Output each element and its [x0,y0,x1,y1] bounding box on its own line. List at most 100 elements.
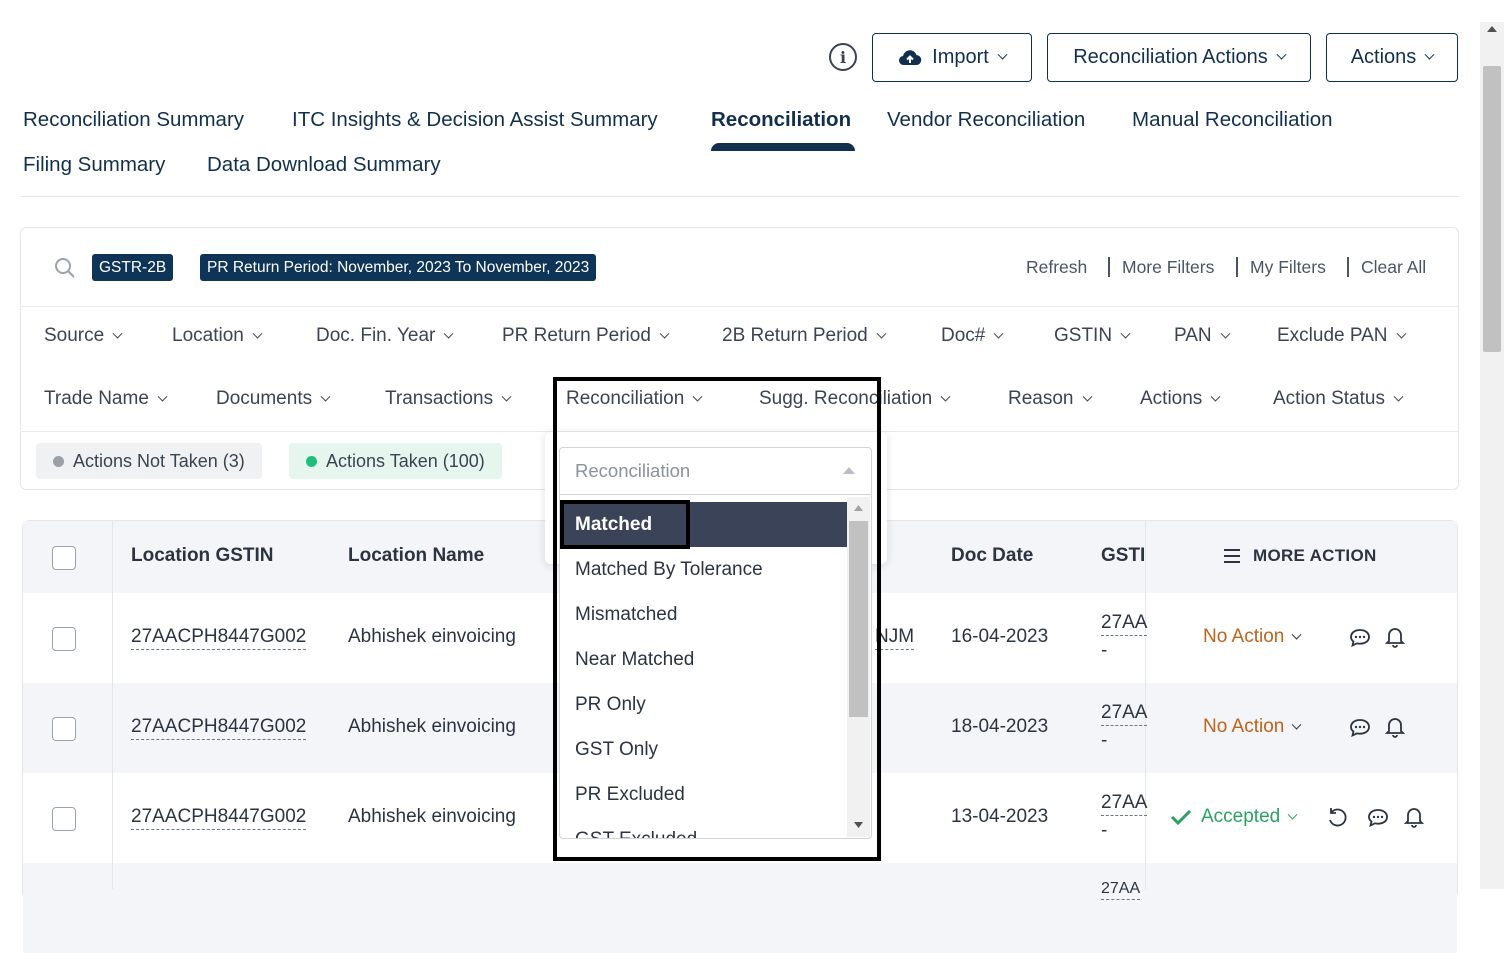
filter-label: Exclude PAN [1277,325,1388,346]
tab-reconciliation-summary[interactable]: Reconciliation Summary [23,108,244,132]
actions-taken-pill[interactable]: Actions Taken (100) [289,443,502,479]
filter-reason[interactable]: Reason [1008,388,1092,410]
filter-actions[interactable]: Actions [1140,388,1221,410]
select-all-checkbox[interactable] [52,546,76,570]
actions-label: Actions [1350,46,1417,68]
row-checkbox[interactable] [52,807,76,831]
gstin-text: 27AA [1101,880,1141,900]
chevron-down-icon [876,328,887,339]
pill-label: Actions Not Taken (3) [73,450,245,471]
filter-2b-return-period[interactable]: 2B Return Period [722,325,887,347]
actions-not-taken-pill[interactable]: Actions Not Taken (3) [36,443,262,479]
chevron-down-icon [320,391,331,402]
tab-data-download-summary[interactable]: Data Download Summary [207,153,441,177]
action-dropdown[interactable]: No Action [1203,716,1302,738]
chevron-down-icon [443,328,454,339]
divider [1236,257,1238,277]
filter-label: 2B Return Period [722,325,868,346]
filter-chip-pr-return-period[interactable]: PR Return Period: November, 2023 To Nove… [200,254,597,281]
bell-icon[interactable] [1402,805,1426,829]
chevron-down-icon [112,328,123,339]
action-label: Accepted [1201,806,1281,827]
status-dot [306,455,317,467]
filter-pr-return-period[interactable]: PR Return Period [502,325,670,347]
column-divider [112,521,113,889]
gstin-link[interactable]: 27AA [1101,880,1141,900]
tab-filing-summary[interactable]: Filing Summary [23,153,165,177]
actions-button[interactable]: Actions [1326,33,1458,82]
comment-icon[interactable] [1366,806,1390,830]
menu-icon [1224,549,1240,563]
info-icon[interactable]: i [829,43,857,71]
action-dropdown[interactable]: Accepted [1170,806,1298,828]
import-button[interactable]: Import [872,33,1032,82]
tab-itc-insights[interactable]: ITC Insights & Decision Assist Summary [292,108,658,132]
my-filters-link[interactable]: My Filters [1250,257,1326,278]
location-gstin-text: 27AACPH8447G002 [131,716,307,740]
filter-doc-number[interactable]: Doc# [941,325,1004,347]
clear-all-link[interactable]: Clear All [1361,257,1426,278]
filter-doc-fin-year[interactable]: Doc. Fin. Year [316,325,454,347]
reconciliation-actions-button[interactable]: Reconciliation Actions [1047,33,1311,82]
comment-icon[interactable] [1348,626,1372,650]
location-gstin-text: 27AACPH8447G002 [131,806,307,830]
filter-exclude-pan[interactable]: Exclude PAN [1277,325,1406,347]
filter-label: GSTIN [1054,325,1113,346]
filter-trade-name[interactable]: Trade Name [44,388,168,410]
chevron-down-icon [1396,328,1406,339]
filter-label: Actions [1140,388,1203,409]
chevron-down-icon [1082,391,1092,402]
action-dropdown[interactable]: No Action [1203,626,1302,648]
bell-icon[interactable] [1383,625,1407,649]
doc-date: 18-04-2023 [951,716,1049,737]
filter-action-status[interactable]: Action Status [1273,388,1404,410]
comment-icon[interactable] [1348,716,1372,740]
tab-divider [21,196,1459,197]
tab-vendor-reconciliation[interactable]: Vendor Reconciliation [887,108,1085,132]
filter-chip-gstr2b[interactable]: GSTR-2B [92,254,174,281]
more-filters-link[interactable]: More Filters [1122,257,1214,278]
filter-label: Location [172,325,244,346]
active-tab-indicator [711,143,855,151]
row-checkbox[interactable] [52,627,76,651]
highlight-box [553,377,881,861]
undo-icon[interactable] [1325,806,1349,830]
filter-transactions[interactable]: Transactions [385,388,512,410]
gstin-sub: - [1101,640,1108,661]
gstin-link[interactable]: 27AA [1101,792,1148,816]
filter-label: Doc. Fin. Year [316,325,436,346]
row-checkbox[interactable] [52,717,76,741]
more-action-header[interactable]: MORE ACTION [1224,546,1377,566]
filter-source[interactable]: Source [44,325,123,347]
location-gstin-link[interactable]: 27AACPH8447G002 [131,806,307,830]
col-doc-date[interactable]: Doc Date [951,545,1033,567]
col-location-name[interactable]: Location Name [348,545,484,567]
gstin-link[interactable]: 27AA [1101,702,1148,726]
location-gstin-link[interactable]: 27AACPH8447G002 [131,626,307,650]
chevron-down-icon [1424,49,1435,60]
highlight-box [560,500,690,549]
tab-reconciliation[interactable]: Reconciliation [711,108,851,132]
table-row [23,863,1457,953]
filter-label: PAN [1174,325,1212,346]
filter-location[interactable]: Location [172,325,263,347]
location-gstin-link[interactable]: 27AACPH8447G002 [131,716,307,740]
filter-pan[interactable]: PAN [1174,325,1231,347]
refresh-link[interactable]: Refresh [1026,257,1087,278]
filter-gstin[interactable]: GSTIN [1054,325,1131,347]
col-location-gstin[interactable]: Location GSTIN [131,545,274,567]
filter-documents[interactable]: Documents [216,388,331,410]
import-label: Import [932,46,989,68]
search-icon[interactable] [53,256,77,280]
status-dot [53,455,64,467]
filter-label: Reason [1008,388,1074,409]
tab-manual-reconciliation[interactable]: Manual Reconciliation [1132,108,1333,132]
scroll-up-arrow-icon[interactable] [1486,24,1498,34]
filter-label: Trade Name [44,388,149,409]
gstin-text: 27AA [1101,702,1148,726]
chevron-down-icon [501,391,512,402]
col-gstin[interactable]: GSTI [1101,545,1145,567]
bell-icon[interactable] [1383,715,1407,739]
page-scrollbar-thumb[interactable] [1483,66,1501,352]
gstin-link[interactable]: 27AA [1101,612,1148,636]
